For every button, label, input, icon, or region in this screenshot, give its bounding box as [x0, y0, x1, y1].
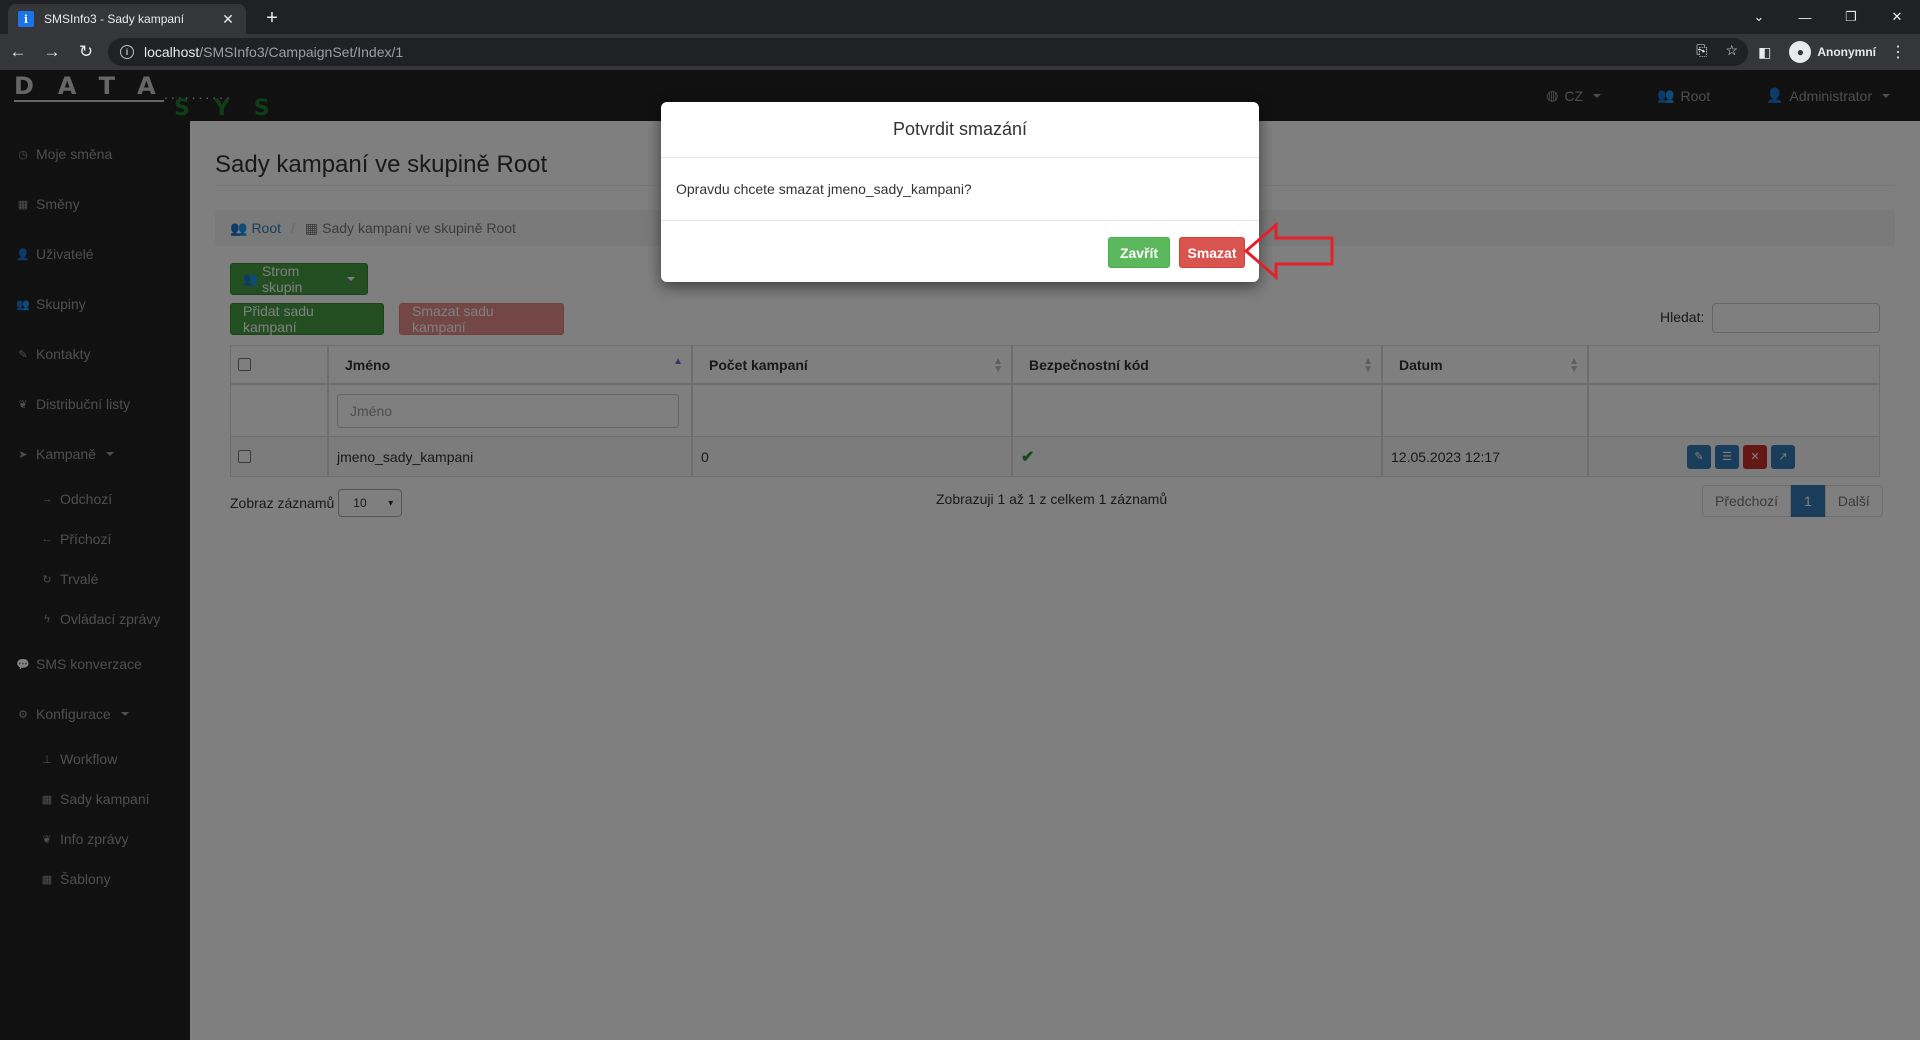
incognito-icon: ●: [1789, 41, 1812, 63]
close-tab-icon[interactable]: ✕: [220, 11, 236, 28]
translate-icon[interactable]: ⎘: [1696, 42, 1707, 59]
browser-tab[interactable]: i SMSInfo3 - Sady kampaní ✕: [8, 4, 246, 34]
kebab-menu-icon[interactable]: ⋮: [1890, 42, 1906, 62]
restore-icon[interactable]: ❐: [1828, 0, 1874, 34]
browser-toolbar: ← → ↻ i localhost/SMSInfo3/CampaignSet/I…: [0, 34, 1920, 70]
browser-tabstrip: i SMSInfo3 - Sady kampaní ✕ + ⌄ — ❐ ✕: [0, 0, 1920, 34]
site-info-icon[interactable]: i: [120, 45, 134, 59]
minimize-icon[interactable]: —: [1782, 0, 1828, 34]
favicon-icon: i: [18, 11, 34, 27]
reload-icon[interactable]: ↻: [70, 36, 102, 68]
annotation-arrow-icon: [1244, 222, 1334, 280]
modal-delete-button[interactable]: Smazat: [1179, 237, 1245, 268]
url-host: localhost: [144, 44, 200, 60]
modal-title: Potvrdit smazání: [661, 102, 1259, 158]
profile-button[interactable]: ● Anonymní: [1789, 41, 1876, 63]
bookmark-star-icon[interactable]: ☆: [1725, 42, 1738, 59]
profile-label: Anonymní: [1817, 45, 1876, 59]
modal-body: Opravdu chcete smazat jmeno_sady_kampani…: [676, 181, 972, 197]
window-controls: ⌄ — ❐ ✕: [1736, 0, 1920, 34]
modal-footer: Zavřít Smazat: [661, 220, 1259, 282]
tab-title: SMSInfo3 - Sady kampaní: [44, 12, 185, 26]
back-icon[interactable]: ←: [2, 36, 34, 68]
tab-search-icon[interactable]: ⌄: [1736, 0, 1782, 34]
annotation-arrow-shape: [1244, 222, 1334, 280]
close-window-icon[interactable]: ✕: [1874, 0, 1920, 34]
confirm-delete-modal: Potvrdit smazání Opravdu chcete smazat j…: [661, 102, 1259, 282]
side-panel-icon[interactable]: ◧: [1758, 44, 1771, 61]
new-tab-icon[interactable]: +: [260, 6, 284, 30]
forward-icon[interactable]: →: [36, 36, 68, 68]
address-bar[interactable]: i localhost/SMSInfo3/CampaignSet/Index/1…: [108, 38, 1748, 66]
modal-close-button[interactable]: Zavřít: [1108, 237, 1170, 268]
url-path: /SMSInfo3/CampaignSet/Index/1: [199, 44, 404, 60]
